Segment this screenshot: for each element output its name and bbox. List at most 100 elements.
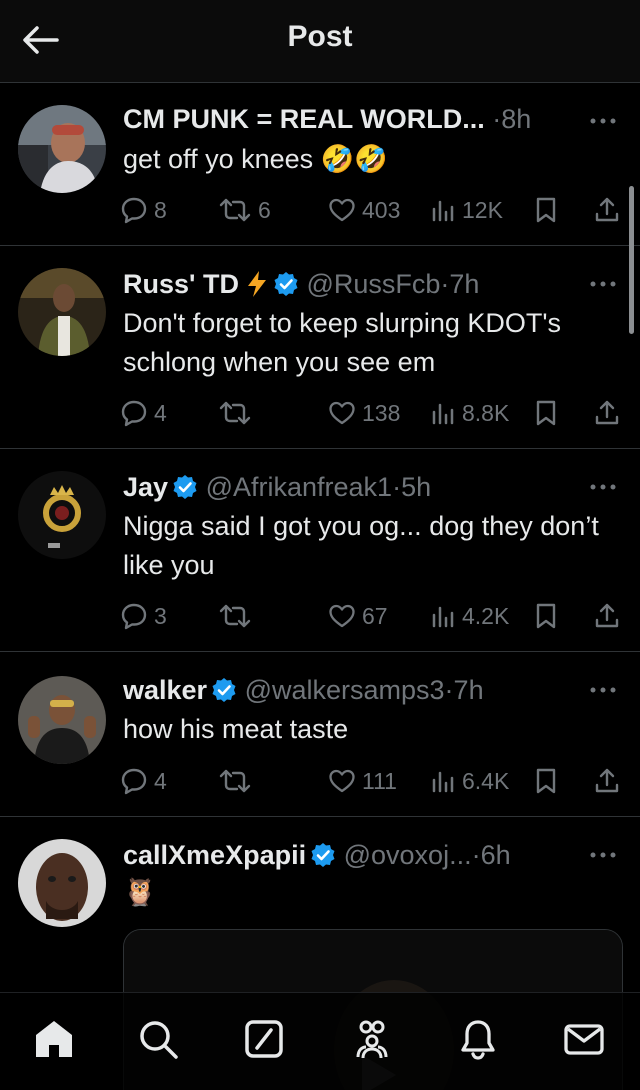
more-icon (590, 852, 616, 858)
grok-icon (245, 1020, 283, 1058)
views-button[interactable]: 4.2K (430, 599, 509, 633)
nav-home[interactable] (30, 1015, 78, 1063)
timestamp[interactable]: 8h (501, 104, 531, 134)
repost-button[interactable] (218, 396, 252, 430)
scrollbar[interactable] (629, 186, 634, 334)
like-button[interactable]: 111 (328, 764, 397, 798)
views-button[interactable]: 12K (430, 193, 503, 227)
action-bar: 3 67 4.2K (120, 599, 630, 633)
tweet-text: Don't forget to keep slurping KDOT's sch… (123, 308, 562, 377)
display-name[interactable]: walker (123, 675, 207, 705)
bookmark-button[interactable] (534, 599, 558, 633)
notifications-icon (461, 1020, 495, 1060)
reply-icon (121, 400, 147, 427)
action-bar: 4 111 6.4K (120, 764, 630, 798)
more-options-button[interactable] (586, 111, 620, 131)
like-count: 111 (362, 767, 397, 794)
timestamp[interactable]: 5h (401, 472, 431, 502)
view-count: 12K (462, 196, 503, 223)
tweet-text: Nigga said I got you og... dog they don’… (123, 511, 599, 580)
like-button[interactable]: 403 (328, 193, 400, 227)
separator-dot: · (492, 104, 502, 134)
bookmark-button[interactable] (534, 396, 558, 430)
share-icon (595, 603, 619, 628)
reply-tweet[interactable]: Russ' TD @RussFcb·7h Don't forget to kee… (0, 246, 640, 449)
action-bar: 4 138 8.8K (120, 396, 630, 430)
repost-button[interactable] (218, 764, 252, 798)
timestamp[interactable]: 7h (454, 675, 484, 705)
views-button[interactable]: 8.8K (430, 396, 509, 430)
share-icon (595, 197, 619, 222)
like-button[interactable]: 138 (328, 396, 400, 430)
bottom-navigation (0, 992, 640, 1090)
reply-count: 3 (154, 602, 167, 629)
home-icon (36, 1021, 72, 1057)
more-options-button[interactable] (586, 274, 620, 294)
bookmark-button[interactable] (534, 764, 558, 798)
verified-badge-icon (274, 272, 298, 296)
avatar[interactable] (18, 839, 106, 927)
view-count: 8.8K (462, 399, 510, 426)
more-options-button[interactable] (586, 845, 620, 865)
avatar[interactable] (18, 471, 106, 559)
repost-icon (219, 769, 251, 793)
nav-messages[interactable] (560, 1015, 608, 1063)
more-options-button[interactable] (586, 477, 620, 497)
share-button[interactable] (594, 599, 620, 633)
user-handle[interactable]: @walkersamps3 (245, 675, 445, 705)
reply-button[interactable]: 4 (120, 396, 167, 430)
view-count: 6.4K (462, 767, 510, 794)
avatar[interactable] (18, 268, 106, 356)
avatar[interactable] (18, 105, 106, 193)
repost-button[interactable]: 6 (218, 193, 271, 227)
share-button[interactable] (594, 396, 620, 430)
search-icon (140, 1021, 178, 1059)
more-options-button[interactable] (586, 680, 620, 700)
separator-dot: · (471, 840, 481, 870)
user-handle[interactable]: @RussFcb (306, 269, 440, 299)
reply-icon (121, 197, 147, 224)
verified-badge-icon (173, 475, 197, 499)
display-name[interactable]: CM PUNK = REAL WORLD... (123, 104, 485, 134)
views-icon (432, 771, 454, 793)
nav-communities[interactable] (348, 1015, 396, 1063)
views-icon (432, 403, 454, 425)
views-icon (432, 200, 454, 222)
display-name[interactable]: callXmeXpapii (123, 840, 306, 870)
communities-icon (356, 1020, 388, 1059)
reply-button[interactable]: 8 (120, 193, 167, 227)
tweet-text: 🦉 (123, 877, 157, 907)
reply-tweet[interactable]: walker @walkersamps3·7h how his meat tas… (0, 652, 640, 817)
avatar[interactable] (18, 676, 106, 764)
reply-button[interactable]: 3 (120, 599, 167, 633)
heart-icon (329, 769, 355, 793)
reply-button[interactable]: 4 (120, 764, 167, 798)
display-name[interactable]: Russ' TD (123, 269, 239, 299)
heart-icon (329, 604, 355, 628)
tweet-header: Russ' TD @RussFcb·7h (123, 268, 570, 300)
tweet-header: walker @walkersamps3·7h (123, 674, 570, 706)
user-handle[interactable]: @ovoxoj... (344, 840, 472, 870)
display-name[interactable]: Jay (123, 472, 168, 502)
top-app-bar: Post (0, 0, 640, 83)
reply-icon (121, 768, 147, 795)
views-button[interactable]: 6.4K (430, 764, 509, 798)
user-handle[interactable]: @Afrikanfreak1 (206, 472, 392, 502)
nav-search[interactable] (134, 1015, 182, 1063)
reply-icon (121, 603, 147, 630)
reply-count: 4 (154, 399, 167, 426)
like-button[interactable]: 67 (328, 599, 388, 633)
share-button[interactable] (594, 764, 620, 798)
nav-notifications[interactable] (454, 1015, 502, 1063)
nav-grok[interactable] (240, 1015, 288, 1063)
timestamp[interactable]: 6h (481, 840, 511, 870)
timestamp[interactable]: 7h (449, 269, 479, 299)
bookmark-button[interactable] (534, 193, 558, 227)
separator-dot: · (444, 675, 454, 705)
share-button[interactable] (594, 193, 620, 227)
repost-icon (219, 401, 251, 425)
reply-tweet[interactable]: Jay @Afrikanfreak1·5h Nigga said I got y… (0, 449, 640, 652)
reply-tweet[interactable]: CM PUNK = REAL WORLD... ·8h get off yo k… (0, 83, 640, 246)
bookmark-icon (536, 768, 556, 794)
repost-button[interactable] (218, 599, 252, 633)
